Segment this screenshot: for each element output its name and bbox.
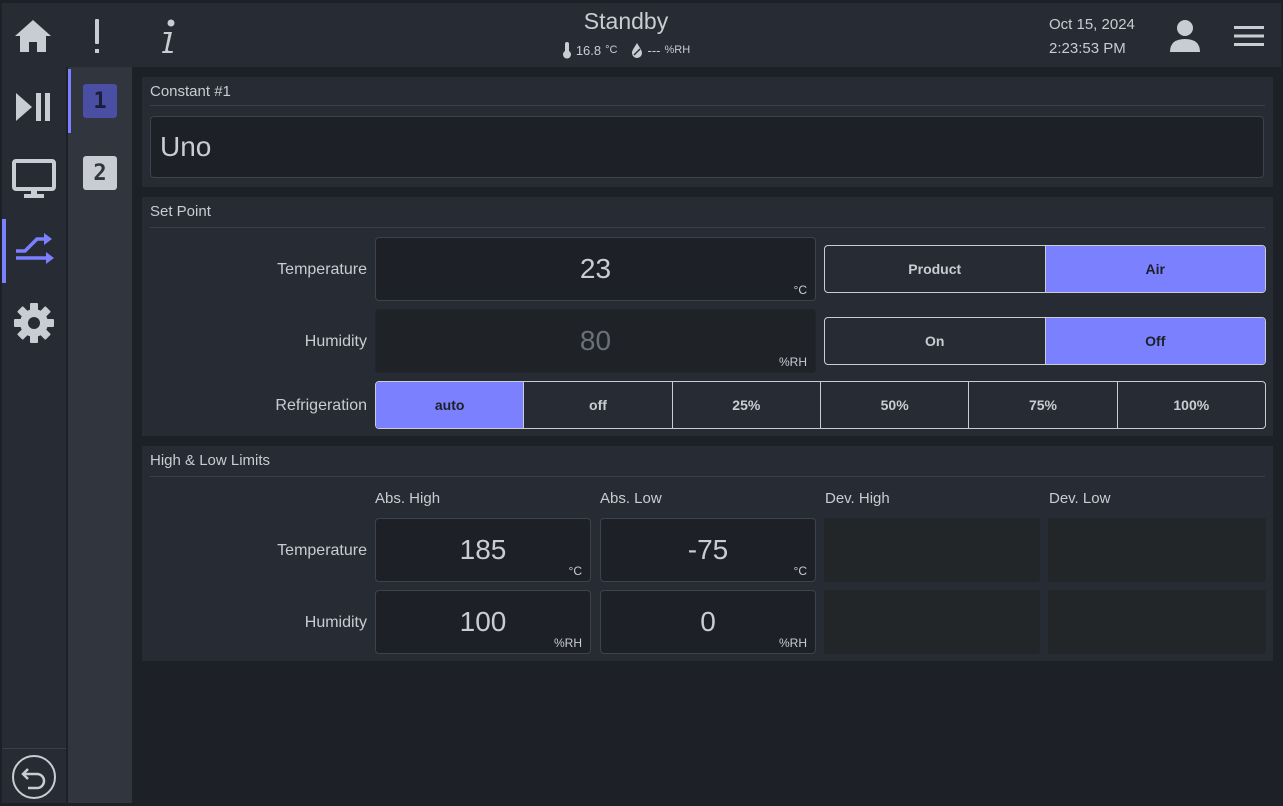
temperature-abs-high-field[interactable]: 185 °C: [375, 518, 591, 582]
monitor-icon: [12, 159, 56, 198]
temperature-dev-low-field: [1048, 518, 1266, 582]
limit-value: -75: [687, 534, 729, 565]
humidity-toggle: On Off: [824, 317, 1266, 365]
temperature-abs-low-field[interactable]: -75 °C: [600, 518, 816, 582]
nav-rail: [2, 67, 66, 803]
temperature-setpoint-value: 23: [579, 253, 612, 284]
unit-label: °C: [793, 564, 807, 578]
limits-humidity-label: Humidity: [304, 614, 367, 631]
nav-profile[interactable]: [2, 219, 66, 283]
humidity-off-button[interactable]: Off: [1045, 318, 1265, 364]
column-header-dev-high: Dev. High: [825, 490, 890, 507]
user-icon[interactable]: [1162, 13, 1208, 59]
divider: [150, 227, 1265, 228]
back-area: [2, 748, 66, 804]
humidity-label: Humidity: [304, 333, 367, 350]
limits-temperature-label: Temperature: [277, 542, 367, 559]
unit-label: °C: [568, 564, 582, 578]
divider: [150, 476, 1265, 477]
humidity-on-button[interactable]: On: [825, 318, 1046, 364]
hamburger-icon[interactable]: [1226, 13, 1272, 59]
refrigeration-option[interactable]: 50%: [821, 382, 970, 428]
info-icon[interactable]: [144, 11, 194, 61]
column-header-abs-high: Abs. High: [375, 490, 441, 507]
humidity-value: ---: [647, 42, 661, 58]
thermometer-icon: [562, 42, 571, 59]
refrigeration-option[interactable]: auto: [376, 382, 525, 428]
humidity-setpoint-value: 80: [579, 325, 612, 356]
nav-settings[interactable]: [2, 291, 66, 355]
limits-panel: High & Low Limits Abs. High Abs. Low Dev…: [142, 446, 1273, 661]
status-title: Standby: [583, 8, 669, 34]
unit-label: %RH: [778, 636, 807, 650]
limit-value: 0: [700, 606, 716, 637]
humidity-setpoint-field[interactable]: 80 %RH: [375, 309, 816, 373]
constant-badge: 1: [83, 84, 117, 118]
unit-label: %RH: [553, 636, 582, 650]
nav-monitor[interactable]: [2, 147, 66, 211]
constants-list: 1 2: [68, 67, 132, 803]
droplet-icon: [632, 43, 643, 58]
temperature-label: Temperature: [277, 261, 367, 278]
home-icon[interactable]: [8, 11, 58, 61]
header-bar: Standby 16.8 °C --- %RH Oct 15, 2024 2:23:…: [2, 3, 1281, 67]
status-readings: 16.8 °C --- %RH: [542, 41, 710, 59]
refrigeration-option[interactable]: 100%: [1118, 382, 1265, 428]
nav-run-control[interactable]: [2, 75, 66, 139]
humidity-dev-low-field: [1048, 590, 1266, 654]
panel-title: Set Point: [150, 203, 211, 220]
temperature-dev-high-field: [824, 518, 1040, 582]
panel-title: High & Low Limits: [150, 452, 271, 469]
back-arrow-icon[interactable]: [11, 754, 57, 800]
temperature-setpoint-field[interactable]: 23 °C: [375, 237, 816, 301]
humidity-unit: %RH: [664, 44, 691, 56]
constant-item-2[interactable]: 2: [68, 141, 132, 205]
limit-value: 185: [459, 534, 507, 565]
refrigeration-selector: auto off 25% 50% 75% 100%: [375, 381, 1266, 429]
mode-product-button[interactable]: Product: [825, 246, 1046, 292]
temperature-mode-toggle: Product Air: [824, 245, 1266, 293]
time-text: 2:23:53 PM: [1049, 40, 1126, 57]
datetime: Oct 15, 2024 2:23:53 PM: [1049, 13, 1135, 61]
mode-air-button[interactable]: Air: [1045, 246, 1265, 292]
panel-title: Constant #1: [150, 83, 231, 100]
column-header-dev-low: Dev. Low: [1049, 490, 1111, 507]
divider: [150, 105, 1265, 106]
app-frame: Standby 16.8 °C --- %RH Oct 15, 2024 2:23:…: [2, 3, 1281, 803]
setpoint-panel: Set Point Temperature 23 °C Product Air …: [142, 197, 1273, 436]
humidity-abs-low-field[interactable]: 0 %RH: [600, 590, 816, 654]
unit-label: °C: [793, 283, 807, 297]
constant-item-1[interactable]: 1: [68, 69, 132, 133]
gear-icon: [14, 303, 54, 343]
refrigeration-option[interactable]: 25%: [673, 382, 821, 428]
profile-icon: [16, 233, 54, 264]
constant-name-value: Uno: [160, 131, 212, 162]
limit-value: 100: [459, 606, 507, 637]
temperature-unit: °C: [605, 44, 618, 56]
humidity-reading: --- %RH: [631, 41, 690, 59]
humidity-abs-high-field[interactable]: 100 %RH: [375, 590, 591, 654]
refrigeration-option[interactable]: off: [524, 382, 673, 428]
temperature-reading: 16.8 °C: [562, 41, 618, 59]
temperature-value: 16.8: [575, 42, 602, 58]
refrigeration-option[interactable]: 75%: [969, 382, 1118, 428]
refrigeration-label: Refrigeration: [275, 397, 367, 414]
exclamation-icon[interactable]: [72, 11, 122, 61]
date-text: Oct 15, 2024: [1049, 16, 1135, 33]
constant-panel: Constant #1 Uno: [142, 77, 1273, 187]
humidity-dev-high-field: [824, 590, 1040, 654]
constant-badge: 2: [83, 156, 117, 190]
constant-name-field[interactable]: Uno: [150, 116, 1264, 178]
play-pause-icon: [16, 93, 50, 121]
column-header-abs-low: Abs. Low: [600, 490, 662, 507]
unit-label: %RH: [778, 355, 807, 369]
